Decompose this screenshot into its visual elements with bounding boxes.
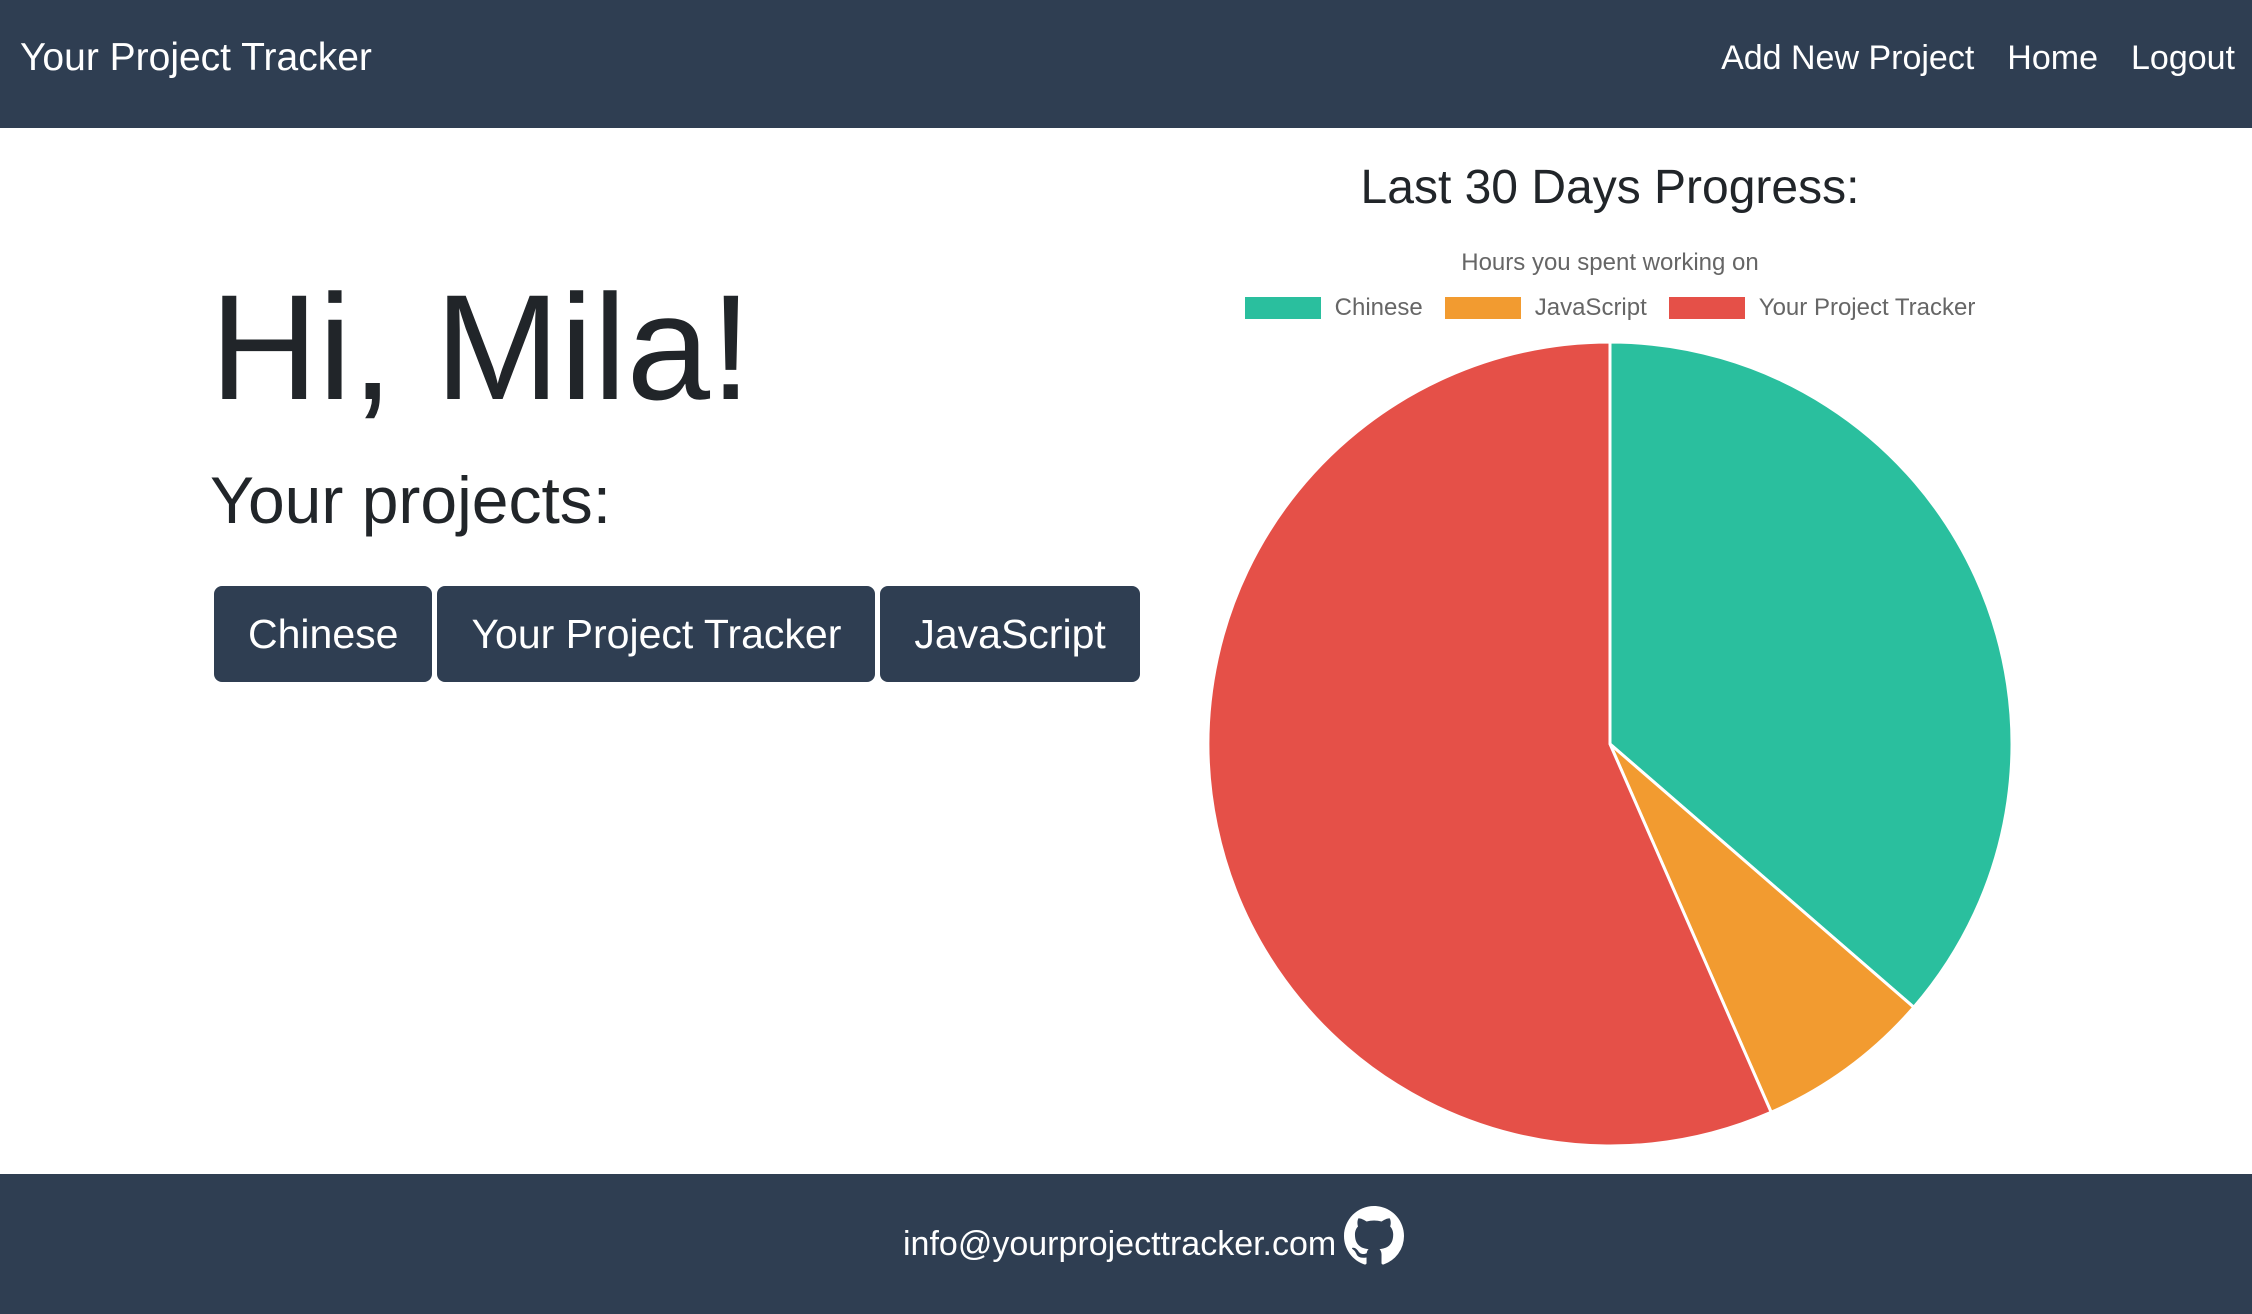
chart-title: Hours you spent working on	[1461, 249, 1759, 276]
legend-label: Your Project Tracker	[1758, 294, 1976, 321]
project-button-chinese[interactable]: Chinese	[214, 586, 433, 682]
legend-label: JavaScript	[1534, 294, 1647, 321]
project-buttons: Chinese Your Project Tracker JavaScript	[214, 586, 1140, 682]
nav-logout[interactable]: Logout	[2131, 34, 2235, 82]
legend-swatch	[1444, 297, 1521, 319]
legend-swatch	[1668, 297, 1745, 319]
projects-heading: Your projects:	[210, 463, 612, 537]
brand-link[interactable]: Your Project Tracker	[20, 34, 372, 82]
nav-links: Add New Project Home Logout	[1721, 34, 2235, 82]
nav-add-new-project[interactable]: Add New Project	[1721, 34, 1974, 82]
nav-home[interactable]: Home	[2007, 34, 2098, 82]
top-navbar: Your Project Tracker Add New Project Hom…	[0, 0, 2252, 128]
legend-item[interactable]: JavaScript	[1444, 294, 1647, 322]
github-icon[interactable]	[1344, 1206, 1404, 1266]
project-button-your-project-tracker[interactable]: Your Project Tracker	[437, 586, 876, 682]
chart-section-heading: Last 30 Days Progress:	[1360, 161, 1860, 214]
legend-item[interactable]: Your Project Tracker	[1668, 294, 1976, 322]
pie-chart	[1206, 340, 2014, 1148]
chart-legend: Chinese JavaScript Your Project Tracker	[1210, 294, 2010, 322]
footer-email-link[interactable]: info@yourprojecttracker.com	[903, 1222, 1336, 1266]
project-button-javascript[interactable]: JavaScript	[880, 586, 1140, 682]
greeting-heading: Hi, Mila!	[210, 263, 752, 431]
legend-swatch	[1244, 297, 1321, 319]
legend-label: Chinese	[1334, 294, 1423, 321]
legend-item[interactable]: Chinese	[1244, 294, 1423, 322]
